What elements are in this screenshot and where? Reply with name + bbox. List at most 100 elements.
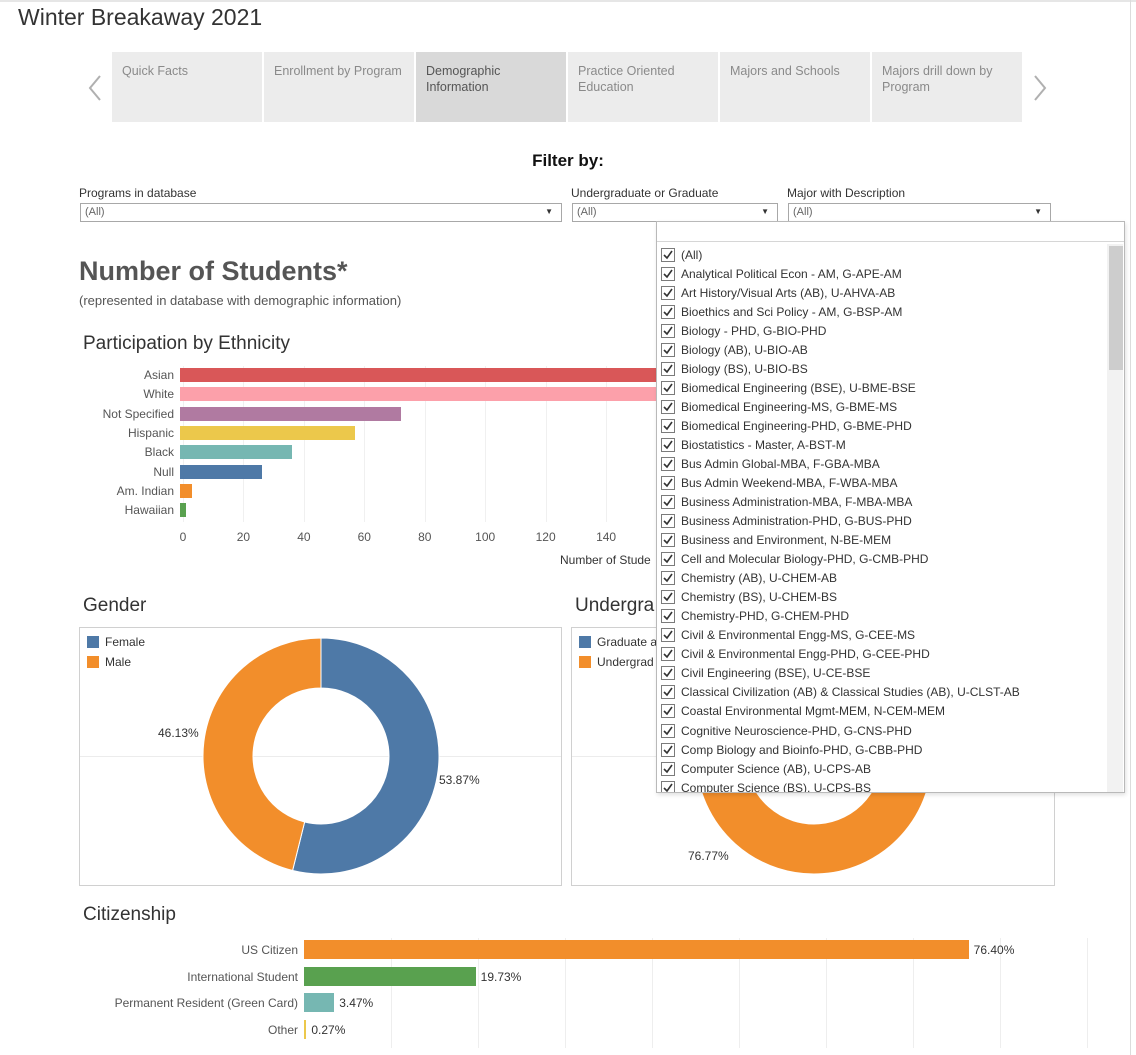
checkbox[interactable]	[661, 761, 675, 776]
citizenship-label-permanent-resident-green-card: Permanent Resident (Green Card)	[114, 996, 298, 1010]
checkbox[interactable]	[661, 780, 675, 792]
checkbox[interactable]	[661, 267, 675, 282]
checkbox[interactable]	[661, 476, 675, 491]
checkbox[interactable]	[661, 704, 675, 719]
checkbox[interactable]	[661, 666, 675, 681]
checkbox[interactable]	[661, 343, 675, 358]
legend-male-label: Male	[105, 655, 132, 669]
ethnicity-bar-white[interactable]	[180, 387, 660, 402]
checkmark-icon	[663, 326, 673, 336]
ethnicity-bar-hawaiian[interactable]	[180, 503, 187, 518]
checkbox[interactable]	[661, 628, 675, 643]
checkmark-icon	[663, 783, 673, 792]
legend-swatch	[579, 656, 591, 668]
scrollbar-thumb[interactable]	[1109, 246, 1123, 370]
citizenship-bar-us-citizen[interactable]	[304, 940, 969, 959]
checkbox[interactable]	[661, 438, 675, 453]
ethnicity-bar-am-indian[interactable]	[180, 483, 193, 498]
ethnicity-bar-null[interactable]	[180, 464, 262, 479]
citizenship-bar-permanent-resident-green-card[interactable]	[304, 993, 335, 1012]
chevron-left-icon[interactable]	[88, 74, 102, 102]
ethnicity-x-tick: 120	[535, 530, 556, 544]
tab-practice-oriented-education[interactable]: Practice Oriented Education	[568, 52, 718, 122]
checkbox[interactable]	[661, 400, 675, 415]
major-dropdown-list[interactable]: (All) Analytical Political Econ - AM, G-A…	[656, 221, 1125, 793]
checkbox[interactable]	[661, 419, 675, 434]
level-undergrad-percent: 76.77%	[688, 849, 729, 863]
ethnicity-bar-black[interactable]	[180, 445, 292, 460]
gender-male-percent: 46.13%	[158, 726, 199, 740]
major-filter-value: (All)	[793, 206, 813, 218]
checkmark-icon	[663, 707, 673, 716]
major-option-label: Bus Admin Global-MBA, F-GBA-MBA	[681, 457, 880, 472]
checkbox[interactable]	[661, 514, 675, 529]
ethnicity-label-black: Black	[144, 445, 174, 460]
tab-quick-facts[interactable]: Quick Facts	[112, 52, 262, 122]
checkmark-icon	[663, 307, 673, 317]
ethnicity-label-white: White	[143, 387, 174, 402]
checkbox[interactable]	[661, 742, 675, 757]
checkbox[interactable]	[661, 552, 675, 567]
checkmark-icon	[663, 364, 673, 374]
checkmark-icon	[663, 611, 673, 621]
major-option-label: Classical Civilization (AB) & Classical …	[681, 685, 1020, 700]
legend-graduate[interactable]: Graduate a	[579, 635, 657, 649]
legend-male[interactable]: Male	[87, 655, 131, 669]
ethnicity-bar-not-specified[interactable]	[180, 406, 401, 421]
checkmark-icon	[663, 764, 673, 773]
ethnicity-bar-hispanic[interactable]	[180, 425, 356, 440]
caret-down-icon: ▼	[761, 207, 769, 216]
legend-swatch	[87, 636, 99, 648]
major-filter-select[interactable]: (All) ▼	[788, 203, 1051, 222]
checkbox[interactable]	[661, 457, 675, 472]
top-rule	[0, 0, 1136, 2]
tab-demographic-information[interactable]: Demographic Information	[416, 52, 566, 122]
checkbox[interactable]	[661, 590, 675, 605]
major-option-label: Civil & Environmental Engg-MS, G-CEE-MS	[681, 628, 916, 643]
checkbox[interactable]	[661, 305, 675, 320]
gender-donut-chart	[202, 637, 440, 875]
citizenship-label-international-student: International Student	[187, 969, 298, 984]
checkbox[interactable]	[661, 381, 675, 396]
citizenship-bar-other[interactable]	[304, 1019, 307, 1039]
checkbox[interactable]	[661, 685, 675, 700]
citizenship-bar-international-student[interactable]	[304, 966, 476, 986]
checkbox[interactable]	[661, 324, 675, 339]
chevron-right-icon[interactable]	[1033, 74, 1047, 102]
checkbox[interactable]	[661, 362, 675, 377]
programs-filter-label: Programs in database	[79, 186, 197, 200]
checkmark-icon	[663, 440, 673, 450]
checkmark-icon	[663, 402, 673, 412]
tab-majors-drill-down[interactable]: Majors drill down by Program	[872, 52, 1022, 122]
checkbox[interactable]	[661, 533, 675, 548]
major-dropdown-search[interactable]	[657, 222, 1124, 242]
checkmark-icon	[663, 516, 673, 526]
checkbox[interactable]	[661, 248, 675, 262]
tab-enrollment-by-program[interactable]: Enrollment by Program	[264, 52, 414, 122]
checkmark-icon	[663, 535, 673, 545]
checkbox[interactable]	[661, 286, 675, 301]
checkmark-icon	[663, 421, 673, 431]
major-option-label: Biomedical Engineering-PHD, G-BME-PHD	[681, 419, 912, 434]
checkbox[interactable]	[661, 723, 675, 738]
checkbox[interactable]	[661, 647, 675, 662]
tab-majors-and-schools[interactable]: Majors and Schools	[720, 52, 870, 122]
checkmark-icon	[663, 573, 673, 583]
major-option-label: Civil Engineering (BSE), U-CE-BSE	[681, 666, 871, 681]
checkmark-icon	[663, 459, 673, 469]
level-chart-title: Undergra	[575, 595, 655, 616]
checkbox[interactable]	[661, 495, 675, 510]
checkbox[interactable]	[661, 571, 675, 586]
legend-undergraduate[interactable]: Undergrad	[579, 655, 654, 669]
legend-female[interactable]: Female	[87, 635, 145, 649]
level-filter-select[interactable]: (All) ▼	[572, 203, 778, 222]
major-option-label: Analytical Political Econ - AM, G-APE-AM	[681, 267, 902, 282]
major-option-label: Biology - PHD, G-BIO-PHD	[681, 324, 827, 339]
major-filter-label: Major with Description	[787, 186, 906, 200]
checkmark-icon	[663, 269, 673, 279]
checkbox[interactable]	[661, 609, 675, 624]
ethnicity-x-tick: 20	[236, 530, 251, 544]
programs-filter-select[interactable]: (All) ▼	[80, 203, 562, 222]
ethnicity-bar-asian[interactable]	[180, 368, 660, 382]
checkmark-icon	[663, 630, 673, 640]
